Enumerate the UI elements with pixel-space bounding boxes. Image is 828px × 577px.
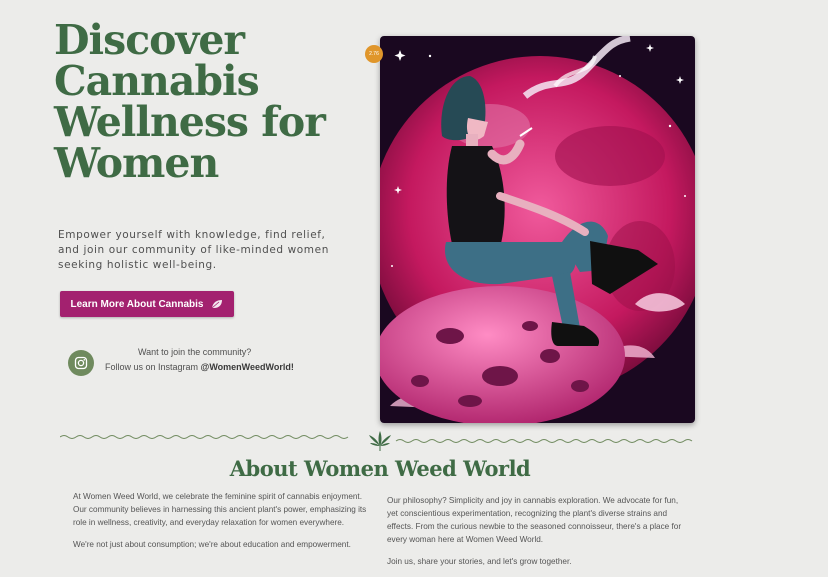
hero-subtitle: Empower yourself with knowledge, find re… [58, 229, 329, 271]
hero-illustration [380, 36, 695, 423]
about-paragraph: Our philosophy? Simplicity and joy in ca… [387, 496, 682, 544]
image-badge: 2.76 [365, 45, 383, 63]
about-paragraph: We're not just about consumption; we're … [73, 540, 351, 549]
follow-prefix: Follow us on Instagram [105, 362, 201, 372]
community-follow-text: Follow us on Instagram @WomenWeedWorld! [105, 362, 294, 372]
instagram-handle-link[interactable]: @WomenWeedWorld! [201, 362, 294, 372]
leaf-icon [211, 299, 223, 309]
hero-title-line: Women [54, 139, 219, 187]
community-callout: Want to join the community? Follow us on… [68, 347, 308, 379]
hero-title-line: Cannabis [54, 57, 260, 105]
hero-title-line: Discover [54, 16, 245, 64]
about-right-column: Our philosophy? Simplicity and joy in ca… [387, 494, 687, 577]
about-paragraph: At Women Weed World, we celebrate the fe… [73, 492, 367, 527]
about-paragraph: Join us, share your stories, and let's g… [387, 557, 572, 566]
instagram-icon[interactable] [68, 350, 94, 376]
learn-more-button[interactable]: Learn More About Cannabis [60, 291, 234, 317]
learn-more-label: Learn More About Cannabis [70, 298, 204, 310]
about-heading: About Women Weed World [229, 456, 531, 481]
community-question: Want to join the community? [138, 347, 252, 357]
hero-title-line: Wellness for [54, 98, 326, 146]
about-left-column: At Women Weed World, we celebrate the fe… [73, 490, 369, 560]
cannabis-leaf-icon [368, 430, 392, 452]
hero-title: Discover Cannabis Wellness for Women [54, 20, 354, 184]
